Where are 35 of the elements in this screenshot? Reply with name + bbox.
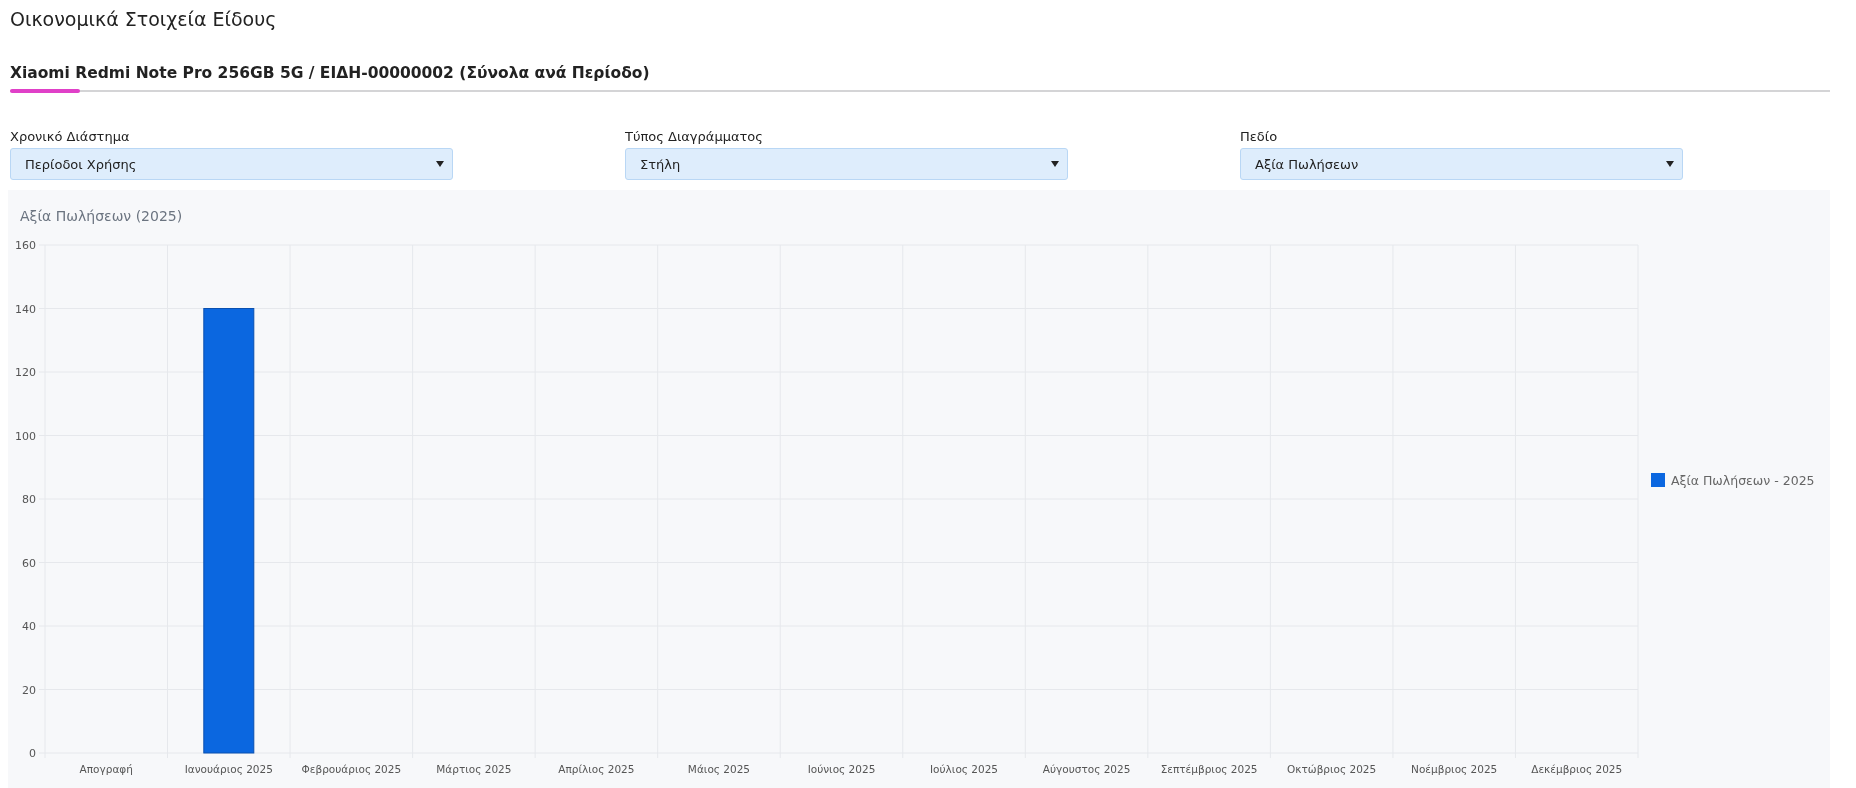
caret-icon xyxy=(1051,161,1059,167)
page-title: Οικονομικά Στοιχεία Είδους xyxy=(9,7,278,32)
x-tick-label: Φεβρουάριος 2025 xyxy=(301,763,402,775)
y-tick-label: 60 xyxy=(22,556,36,570)
x-tick-label: Απογραφή xyxy=(79,763,133,775)
y-tick-label: 100 xyxy=(15,429,36,443)
x-tick-label: Ιούνιος 2025 xyxy=(807,763,876,775)
field-label: Τύπος Διαγράμματος xyxy=(625,129,764,144)
y-tick-label: 0 xyxy=(29,747,36,760)
x-tick-label: Οκτώβριος 2025 xyxy=(1287,763,1377,775)
y-tick-label: 160 xyxy=(15,239,36,252)
x-tick-label: Σεπτέμβριος 2025 xyxy=(1160,763,1258,775)
dropdown[interactable]: Στήλη xyxy=(625,148,1068,180)
field-label: Πεδίο xyxy=(1240,129,1279,144)
legend-label: Αξία Πωλήσεων - 2025 xyxy=(1671,473,1815,488)
y-tick-label: 120 xyxy=(15,366,36,379)
tab[interactable]: Xiaomi Redmi Note Pro 256GB 5G / ΕΙΔΗ-00000002 (Σύνολα ανά Περίοδο) xyxy=(10,64,650,90)
chart-title: Αξία Πωλήσεων (2025) xyxy=(20,208,183,224)
x-tick-label: Αύγουστος 2025 xyxy=(1042,763,1131,775)
caret-icon xyxy=(1666,161,1674,167)
dropdown[interactable]: Περίοδοι Χρήσης xyxy=(10,148,453,180)
x-tick-label: Απρίλιος 2025 xyxy=(558,763,635,775)
x-tick-label: Ιούλιος 2025 xyxy=(930,763,999,775)
x-tick-label: Μάρτιος 2025 xyxy=(436,763,512,775)
x-tick-label: Δεκέμβριος 2025 xyxy=(1531,763,1623,775)
y-tick-label: 40 xyxy=(22,620,36,633)
y-tick-label: 140 xyxy=(15,302,36,316)
y-tick-label: 20 xyxy=(22,683,36,697)
x-tick-label: Νοέμβριος 2025 xyxy=(1411,763,1498,775)
field-label: Χρονικό Διάστημα xyxy=(10,129,131,144)
caret-icon xyxy=(436,161,444,167)
dropdown[interactable]: Αξία Πωλήσεων xyxy=(1240,148,1683,180)
x-tick-label: Ιανουάριος 2025 xyxy=(184,763,273,775)
x-tick-label: Μάιος 2025 xyxy=(687,763,751,775)
y-tick-label: 80 xyxy=(22,493,36,506)
